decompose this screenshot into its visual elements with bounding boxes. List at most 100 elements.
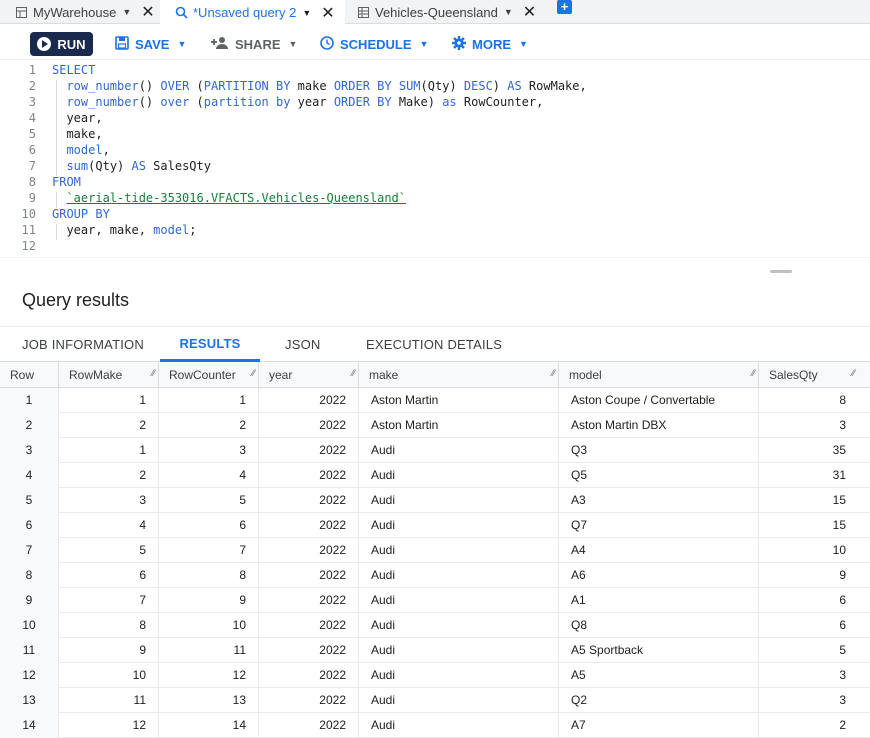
table-cell[interactable]: Audi bbox=[358, 488, 558, 513]
table-cell[interactable]: A1 bbox=[558, 588, 758, 613]
table-cell[interactable]: 7 bbox=[158, 538, 258, 563]
table-cell[interactable]: 6 bbox=[758, 588, 858, 613]
column-resize-icon[interactable]: ⁄⁄ bbox=[252, 360, 255, 386]
tab-json[interactable]: JSON bbox=[285, 327, 320, 362]
table-cell[interactable]: 1 bbox=[58, 438, 158, 463]
table-cell[interactable]: 2022 bbox=[258, 513, 358, 538]
chevron-down-icon[interactable]: ▼ bbox=[122, 7, 131, 17]
close-icon[interactable]: ✕ bbox=[523, 2, 536, 22]
table-cell[interactable]: 2022 bbox=[258, 613, 358, 638]
table-cell[interactable]: A3 bbox=[558, 488, 758, 513]
table-cell[interactable]: 2022 bbox=[258, 588, 358, 613]
table-cell[interactable]: 1 bbox=[58, 388, 158, 413]
table-cell[interactable]: 9 bbox=[158, 588, 258, 613]
table-cell[interactable]: 2022 bbox=[258, 438, 358, 463]
panel-splitter[interactable] bbox=[0, 257, 870, 276]
table-cell[interactable]: Aston Coupe / Convertable bbox=[558, 388, 758, 413]
table-cell[interactable]: Audi bbox=[358, 613, 558, 638]
table-cell[interactable]: Audi bbox=[358, 563, 558, 588]
table-cell[interactable]: 10 bbox=[58, 663, 158, 688]
table-cell[interactable]: 3 bbox=[758, 688, 858, 713]
chevron-down-icon[interactable]: ▼ bbox=[504, 7, 513, 17]
table-cell[interactable]: 6 bbox=[158, 513, 258, 538]
table-cell[interactable]: 13 bbox=[158, 688, 258, 713]
table-cell[interactable]: Aston Martin bbox=[358, 388, 558, 413]
table-cell[interactable]: 2022 bbox=[258, 688, 358, 713]
column-header-row[interactable]: Row bbox=[0, 362, 58, 388]
table-cell[interactable]: 10 bbox=[758, 538, 858, 563]
column-header-make[interactable]: make ⁄⁄ bbox=[358, 362, 558, 388]
column-resize-icon[interactable]: ⁄⁄ bbox=[152, 360, 155, 386]
table-cell[interactable]: Audi bbox=[358, 438, 558, 463]
close-icon[interactable]: ✕ bbox=[141, 2, 154, 22]
table-cell[interactable]: Audi bbox=[358, 688, 558, 713]
column-header-rowmake[interactable]: RowMake ⁄⁄ bbox=[58, 362, 158, 388]
column-resize-icon[interactable]: ⁄⁄ bbox=[352, 360, 355, 386]
column-header-year[interactable]: year ⁄⁄ bbox=[258, 362, 358, 388]
table-cell[interactable]: 2022 bbox=[258, 538, 358, 563]
table-cell[interactable]: 8 bbox=[58, 613, 158, 638]
table-cell[interactable]: Q5 bbox=[558, 463, 758, 488]
table-cell[interactable]: Audi bbox=[358, 513, 558, 538]
table-cell[interactable]: 2022 bbox=[258, 488, 358, 513]
save-button[interactable]: SAVE ▼ bbox=[115, 32, 186, 56]
table-cell[interactable]: 2022 bbox=[258, 563, 358, 588]
table-cell[interactable]: 4 bbox=[58, 513, 158, 538]
close-icon[interactable]: ✕ bbox=[321, 3, 334, 23]
table-cell[interactable]: 1 bbox=[158, 388, 258, 413]
drag-handle[interactable] bbox=[770, 270, 792, 273]
table-cell[interactable]: 8 bbox=[758, 388, 858, 413]
table-cell[interactable]: Audi bbox=[358, 663, 558, 688]
column-header-model[interactable]: model ⁄⁄ bbox=[558, 362, 758, 388]
table-cell[interactable]: Q7 bbox=[558, 513, 758, 538]
table-cell[interactable]: A4 bbox=[558, 538, 758, 563]
table-cell[interactable]: 15 bbox=[758, 513, 858, 538]
table-cell[interactable]: 5 bbox=[758, 638, 858, 663]
column-resize-icon[interactable]: ⁄⁄ bbox=[752, 360, 755, 386]
table-cell[interactable]: 15 bbox=[758, 488, 858, 513]
table-cell[interactable]: 3 bbox=[158, 438, 258, 463]
table-cell[interactable]: 2022 bbox=[258, 388, 358, 413]
table-cell[interactable]: A7 bbox=[558, 713, 758, 738]
table-cell[interactable]: 9 bbox=[758, 563, 858, 588]
table-cell[interactable]: 31 bbox=[758, 463, 858, 488]
column-header-rowcounter[interactable]: RowCounter ⁄⁄ bbox=[158, 362, 258, 388]
table-cell[interactable]: Audi bbox=[358, 638, 558, 663]
table-cell[interactable]: 2 bbox=[58, 413, 158, 438]
share-button[interactable]: SHARE ▼ bbox=[211, 32, 297, 56]
table-cell[interactable]: 11 bbox=[58, 688, 158, 713]
table-cell[interactable]: 3 bbox=[758, 663, 858, 688]
table-cell[interactable]: 5 bbox=[158, 488, 258, 513]
column-header-salesqty[interactable]: SalesQty ⁄⁄ bbox=[758, 362, 858, 388]
table-cell[interactable]: 2022 bbox=[258, 463, 358, 488]
table-cell[interactable]: 2 bbox=[158, 413, 258, 438]
table-cell[interactable]: 7 bbox=[58, 588, 158, 613]
table-cell[interactable]: 2022 bbox=[258, 638, 358, 663]
run-button[interactable]: RUN bbox=[30, 32, 93, 56]
table-cell[interactable]: A5 Sportback bbox=[558, 638, 758, 663]
table-cell[interactable]: 10 bbox=[158, 613, 258, 638]
tab-mywarehouse[interactable]: MyWarehouse ▼ ✕ bbox=[14, 0, 155, 24]
table-cell[interactable]: 6 bbox=[758, 613, 858, 638]
more-button[interactable]: MORE ▼ bbox=[452, 32, 528, 56]
table-cell[interactable]: 2022 bbox=[258, 713, 358, 738]
table-cell[interactable]: 2022 bbox=[258, 663, 358, 688]
table-cell[interactable]: 2 bbox=[58, 463, 158, 488]
table-cell[interactable]: 8 bbox=[158, 563, 258, 588]
table-cell[interactable]: 2022 bbox=[258, 413, 358, 438]
tab-results[interactable]: RESULTS bbox=[160, 327, 260, 362]
schedule-button[interactable]: SCHEDULE ▼ bbox=[320, 32, 428, 56]
chevron-down-icon[interactable]: ▼ bbox=[302, 8, 311, 18]
table-cell[interactable]: 3 bbox=[58, 488, 158, 513]
column-resize-icon[interactable]: ⁄⁄ bbox=[852, 360, 855, 386]
table-cell[interactable]: 2 bbox=[758, 713, 858, 738]
table-cell[interactable]: Q2 bbox=[558, 688, 758, 713]
table-cell[interactable]: Audi bbox=[358, 588, 558, 613]
column-resize-icon[interactable]: ⁄⁄ bbox=[552, 360, 555, 386]
table-cell[interactable]: Aston Martin DBX bbox=[558, 413, 758, 438]
table-cell[interactable]: 4 bbox=[158, 463, 258, 488]
table-cell[interactable]: 12 bbox=[158, 663, 258, 688]
table-cell[interactable]: A5 bbox=[558, 663, 758, 688]
sql-editor[interactable]: 1 SELECT 2 row_number() OVER (PARTITION B… bbox=[0, 61, 870, 256]
table-cell[interactable]: 3 bbox=[758, 413, 858, 438]
